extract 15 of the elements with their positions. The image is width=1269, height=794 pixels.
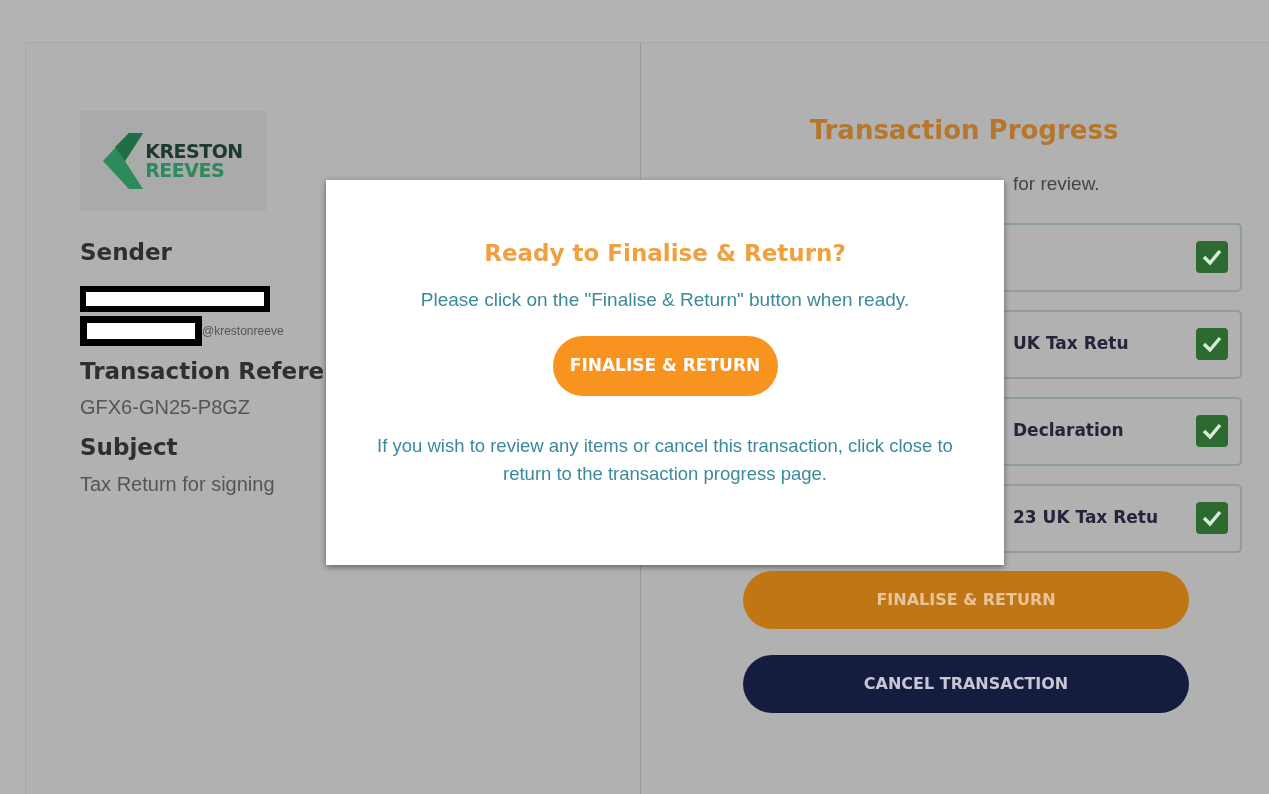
field-label: Transaction Refere — [80, 356, 325, 386]
instruction-text: for review. — [1012, 172, 1101, 196]
dialog-title: Ready to Finalise & Return? — [483, 239, 847, 268]
document-name: Declaration — [1013, 419, 1124, 443]
document-name: 23 UK Tax Retu — [1013, 506, 1159, 530]
field-label: Subject — [80, 433, 178, 462]
dialog-message: Please click on the "Finalise & Return" button when ready. — [419, 287, 911, 312]
field-value: GFX6-GN25-P8GZ — [80, 395, 251, 420]
document-name: UK Tax Retu — [1013, 332, 1129, 356]
section-title: Transaction Progress — [808, 114, 1120, 147]
field-label: Sender — [80, 238, 172, 267]
field-value: Tax Return for signing — [80, 471, 275, 497]
dialog-footer-text: If you wish to review any items or cancel this transaction, click close to return to the transaction progress page. — [376, 433, 954, 486]
email-domain: @krestonreeve — [202, 322, 284, 340]
logo-text: KRESTON REEVES — [145, 142, 243, 180]
